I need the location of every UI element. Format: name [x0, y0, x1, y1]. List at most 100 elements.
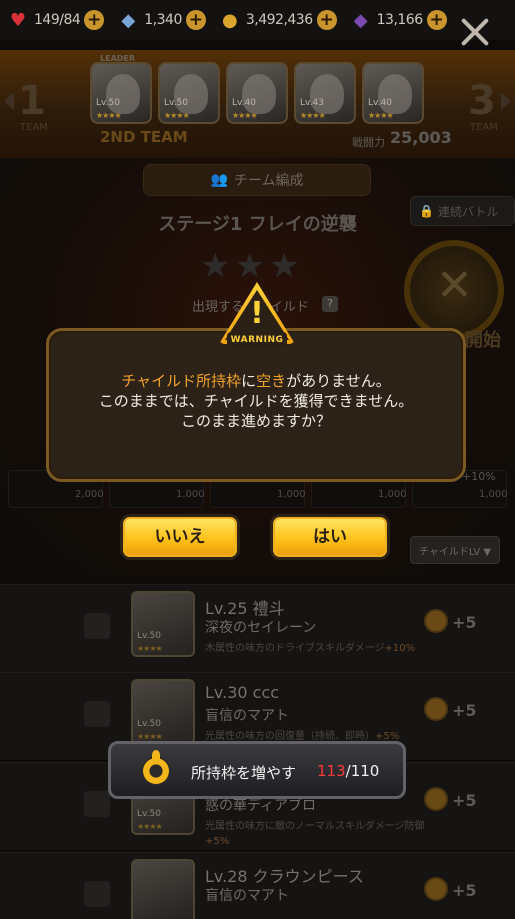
add-coin-button[interactable]: + — [316, 10, 337, 30]
star-rating-icon: ★★★★ — [300, 111, 326, 120]
warning-label: WARNING — [227, 332, 287, 348]
star-rating-icon: ★★★★ — [137, 644, 163, 653]
star-rating-icon: ★★★★ — [137, 732, 163, 741]
team-member-portrait[interactable]: Lv.50 ★★★★ — [158, 62, 220, 124]
thumb-level: Lv.50 — [137, 809, 161, 819]
dialog-line-2: このままでは、チャイルドを獲得できません。 — [98, 392, 414, 410]
select-checkbox[interactable] — [84, 791, 110, 817]
gem-value: 1,340 — [144, 12, 182, 28]
add-gem-button[interactable]: + — [185, 10, 206, 30]
stage-star-rating-icon: ★★★ — [200, 246, 304, 286]
slot-cost: 1,000 — [479, 489, 508, 500]
slot-cost: 1,000 — [176, 489, 205, 500]
yes-button[interactable]: はい — [270, 514, 390, 560]
current-team-label: 2ND TEAM — [100, 128, 188, 146]
select-checkbox[interactable] — [84, 613, 110, 639]
skill-bonus: +5% — [205, 836, 230, 847]
dialog-text: に — [241, 372, 257, 390]
portrait-level: Lv.40 — [368, 98, 392, 108]
dialog-hl-empty: 空き — [256, 372, 287, 390]
next-team-label: TEAM — [470, 122, 498, 133]
flame-coin-icon — [141, 750, 171, 786]
start-battle-button[interactable] — [404, 240, 504, 340]
list-item[interactable]: Lv.50 ★★★★ Lv.25 禮斗 深夜のセイレーン 木属性の味方のドライブ… — [0, 584, 515, 672]
coin-icon: ● — [222, 9, 238, 31]
medal-icon — [424, 697, 448, 721]
heart-icon: ♥ — [9, 9, 27, 31]
bonus-value: +5 — [452, 613, 477, 632]
next-team-arrow-icon[interactable] — [501, 92, 511, 110]
resource-coin: ● 3,492,436 + — [218, 5, 337, 35]
child-name: 盲信のマアト — [205, 708, 289, 724]
stamina-value: 149/84 — [34, 12, 81, 28]
child-thumbnail: Lv.50 ★★★★ — [131, 591, 195, 657]
crystal-icon: ◆ — [353, 9, 368, 31]
prev-team-number[interactable]: 1 — [18, 78, 46, 124]
skill-text: 光属性の味方に敵のノーマルスキルダメージ防御 — [205, 821, 425, 832]
increase-slots-label: 所持枠を増やす — [191, 764, 297, 782]
gem-icon: ◆ — [121, 9, 136, 31]
dialog-message: チャイルド所持枠に空きがありません。 このままでは、チャイルドを獲得できません。… — [49, 371, 463, 431]
sort-dropdown[interactable]: チャイルドLV ▼ — [410, 536, 500, 564]
portrait-level: Lv.43 — [300, 98, 324, 108]
skill-text: 木属性の味方のドライブスキルダメージ — [205, 643, 385, 654]
team-member-portrait[interactable]: Lv.50 ★★★★ — [90, 62, 152, 124]
star-rating-icon: ★★★★ — [368, 111, 394, 120]
team-member-portrait[interactable]: Lv.40 ★★★★ — [362, 62, 424, 124]
list-item[interactable]: Lv.28 クラウンピース 盲信のマアト +5 — [0, 852, 515, 919]
prev-team-label: TEAM — [20, 122, 48, 133]
close-icon[interactable] — [459, 16, 491, 48]
slot-cost: 2,000 — [75, 489, 104, 500]
exclamation-icon: ! — [250, 296, 264, 331]
medal-icon — [424, 787, 448, 811]
resource-gem: ◆ 1,340 + — [116, 5, 206, 35]
power-label: 戦闘力 — [352, 136, 385, 149]
team-edit-label: チーム編成 — [233, 173, 304, 189]
dialog-text: がありません。 — [286, 372, 391, 390]
increase-slots-button[interactable]: 所持枠を増やす 113/110 — [108, 741, 406, 799]
team-edit-button[interactable]: 👥 チーム編成 — [143, 164, 371, 196]
thumb-level: Lv.50 — [137, 631, 161, 641]
child-skill-desc: 光属性の味方に敵のノーマルスキルダメージ防御 +5% — [205, 819, 435, 849]
crystal-value: 13,166 — [376, 12, 424, 28]
select-checkbox[interactable] — [84, 701, 110, 727]
dialog-line-1: チャイルド所持枠に空きがありません。 — [49, 371, 463, 391]
add-crystal-button[interactable]: + — [426, 10, 447, 30]
portrait-level: Lv.50 — [96, 98, 120, 108]
bonus-value: +5 — [452, 881, 477, 900]
next-team-number[interactable]: 3 — [468, 78, 496, 124]
resource-bar: ♥ 149/84 + ◆ 1,340 + ● 3,492,436 + ◆ 13,… — [0, 0, 515, 40]
coin-value: 3,492,436 — [245, 12, 313, 28]
team-member-portrait[interactable]: Lv.43 ★★★★ — [294, 62, 356, 124]
child-thumbnail: Lv.50 ★★★★ — [131, 679, 195, 745]
add-stamina-button[interactable]: + — [84, 10, 105, 30]
select-checkbox[interactable] — [84, 881, 110, 907]
slot-cost: 1,000 — [277, 489, 306, 500]
dialog-line-3: このまま進めますか？ — [180, 412, 331, 430]
slot-current: 113 — [317, 762, 346, 780]
dialog-hl-slot: チャイルド所持枠 — [121, 372, 242, 390]
portrait-level: Lv.50 — [164, 98, 188, 108]
slot-max: /110 — [345, 762, 380, 780]
stage-title: ステージ1 フレイの逆襲 — [158, 214, 357, 235]
resource-crystal: ◆ 13,166 + — [349, 5, 447, 35]
resource-stamina: ♥ 149/84 + — [6, 5, 105, 35]
no-button[interactable]: いいえ — [120, 514, 240, 560]
thumb-level: Lv.50 — [137, 719, 161, 729]
slot-cost: 1,000 — [378, 489, 407, 500]
slot-count: 113/110 — [317, 762, 379, 780]
skill-bonus: +10% — [384, 643, 416, 654]
star-rating-icon: ★★★★ — [164, 111, 190, 120]
star-rating-icon: ★★★★ — [96, 111, 122, 120]
prev-team-arrow-icon[interactable] — [4, 92, 14, 110]
child-name: 盲信のマアト — [205, 888, 289, 904]
help-icon[interactable]: ? — [322, 296, 338, 312]
child-level: Lv.30 ccc — [205, 683, 280, 702]
child-level: Lv.28 クラウンピース — [205, 867, 364, 886]
star-rating-icon: ★★★★ — [137, 822, 163, 831]
team-member-portrait[interactable]: Lv.40 ★★★★ — [226, 62, 288, 124]
medal-icon — [424, 877, 448, 901]
bonus-text: +10% — [462, 470, 496, 483]
group-icon: 👥 — [210, 172, 228, 188]
child-skill-desc: 木属性の味方のドライブスキルダメージ+10% — [205, 641, 435, 656]
